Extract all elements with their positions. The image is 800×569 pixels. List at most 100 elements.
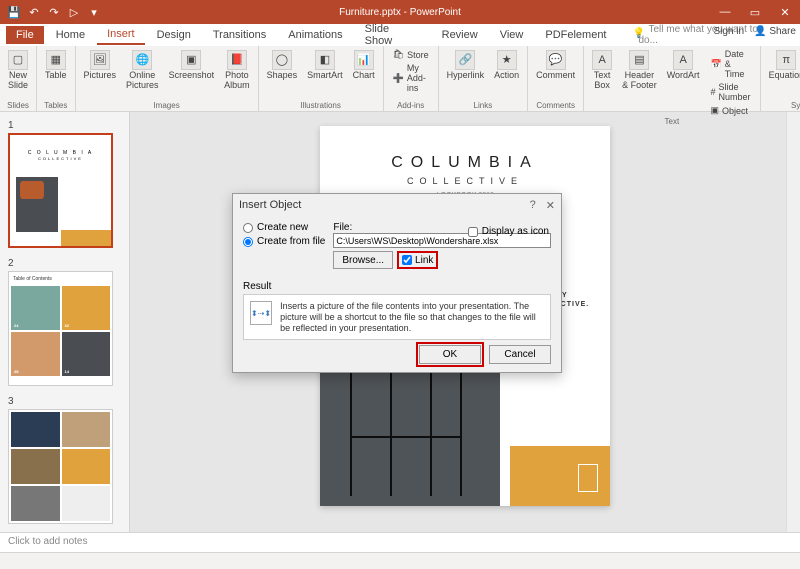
result-label: Result	[243, 281, 551, 292]
new-slide-button[interactable]: ▢New Slide	[6, 48, 30, 93]
account-controls: Sign in 👤 Share	[714, 26, 797, 37]
tab-view[interactable]: View	[490, 26, 534, 44]
tab-file[interactable]: File	[6, 26, 44, 44]
shapes-icon: ◯	[272, 50, 292, 70]
equation-icon: π	[776, 50, 796, 70]
result-description: Inserts a picture of the file contents i…	[280, 301, 544, 333]
group-comments: 💬Comment Comments	[528, 46, 584, 111]
ribbon-insert: ▢New Slide Slides ▦Table Tables 🖼Picture…	[0, 46, 800, 112]
tab-animations[interactable]: Animations	[278, 26, 352, 44]
create-from-file-radio[interactable]: Create from file	[243, 236, 325, 247]
thumb2-grid: 24 32 28 14	[11, 286, 110, 376]
thumb1-bar	[61, 230, 111, 246]
hyperlink-button[interactable]: 🔗Hyperlink	[445, 48, 487, 83]
create-new-radio[interactable]: Create new	[243, 222, 325, 233]
wordart-icon: A	[673, 50, 693, 70]
store-button[interactable]: 🛍 Store	[390, 48, 432, 61]
action-button[interactable]: ★Action	[492, 48, 521, 83]
redo-icon[interactable]: ↷	[46, 4, 62, 20]
pictures-icon: 🖼	[90, 50, 110, 70]
photo-album-icon: 📕	[227, 50, 247, 70]
new-slide-icon: ▢	[8, 50, 28, 70]
photo-album-button[interactable]: 📕Photo Album	[222, 48, 252, 93]
dialog-close-button[interactable]: ✕	[546, 199, 555, 212]
thumb1-chair-image	[16, 177, 58, 232]
smartart-icon: ◧	[315, 50, 335, 70]
my-addins-button[interactable]: ➕ My Add-ins	[390, 62, 432, 94]
slideshow-start-icon[interactable]: ▷	[66, 4, 82, 20]
quick-access-toolbar: 💾 ↶ ↷ ▷ ▾	[0, 4, 108, 20]
dialog-title: Insert Object	[239, 199, 301, 211]
chart-icon: 📊	[354, 50, 374, 70]
equation-button[interactable]: πEquation	[767, 48, 800, 83]
tab-home[interactable]: Home	[46, 26, 95, 44]
tab-review[interactable]: Review	[432, 26, 488, 44]
insert-object-dialog: Insert Object ? ✕ Create new Create from…	[232, 193, 562, 373]
thumb-number: 3	[8, 396, 121, 407]
comment-icon: 💬	[546, 50, 566, 70]
thumbnail-3[interactable]	[8, 409, 113, 524]
link-checkbox[interactable]: Link	[397, 251, 438, 269]
save-icon[interactable]: 💾	[6, 4, 22, 20]
slidenumber-button[interactable]: # Slide Number	[708, 81, 754, 103]
online-pictures-icon: 🌐	[132, 50, 152, 70]
screenshot-icon: ▣	[181, 50, 201, 70]
share-button[interactable]: 👤 Share	[754, 26, 796, 37]
group-symbols: πEquation ΩSymbol Symbols	[761, 46, 800, 111]
dialog-titlebar: Insert Object ? ✕	[233, 194, 561, 216]
thumb3-grid	[9, 410, 112, 523]
lightbulb-icon: 💡	[623, 25, 655, 42]
table-icon: ▦	[46, 50, 66, 70]
header-footer-icon: ▤	[629, 50, 649, 70]
ribbon-tabs: File Home Insert Design Transitions Anim…	[0, 24, 800, 46]
notes-pane[interactable]: Click to add notes	[0, 532, 800, 552]
slide-accent-bar	[510, 446, 610, 506]
tab-insert[interactable]: Insert	[97, 25, 145, 45]
vertical-scrollbar[interactable]	[786, 112, 800, 532]
display-as-icon-checkbox[interactable]: Display as icon	[468, 226, 549, 237]
datetime-button[interactable]: 📅 Date & Time	[708, 48, 754, 80]
status-bar	[0, 552, 800, 569]
thumbnail-2[interactable]: Table of Contents 24 32 28 14	[8, 271, 113, 386]
pictures-button[interactable]: 🖼Pictures	[82, 48, 119, 83]
group-images: 🖼Pictures 🌐Online Pictures ▣Screenshot 📕…	[76, 46, 259, 111]
thumb-number: 1	[8, 120, 121, 131]
group-tables: ▦Table Tables	[37, 46, 76, 111]
slide-subtitle: COLLECTIVE	[320, 176, 610, 186]
cancel-button[interactable]: Cancel	[489, 345, 551, 364]
header-footer-button[interactable]: ▤Header & Footer	[620, 48, 659, 93]
result-box: ⬍⇢⬍ Inserts a picture of the file conten…	[243, 294, 551, 340]
dialog-help-button[interactable]: ?	[530, 199, 536, 212]
undo-icon[interactable]: ↶	[26, 4, 42, 20]
group-text: AText Box ▤Header & Footer AWordArt 📅 Da…	[584, 46, 760, 111]
wordart-button[interactable]: AWordArt	[665, 48, 702, 83]
action-icon: ★	[497, 50, 517, 70]
tab-pdfelement[interactable]: PDFelement	[535, 26, 616, 44]
hyperlink-icon: 🔗	[455, 50, 475, 70]
smartart-button[interactable]: ◧SmartArt	[305, 48, 345, 83]
group-illustrations: ◯Shapes ◧SmartArt 📊Chart Illustrations	[259, 46, 384, 111]
group-slides: ▢New Slide Slides	[0, 46, 37, 111]
slide-title: COLUMBIA	[320, 126, 610, 172]
table-button[interactable]: ▦Table	[43, 48, 69, 83]
online-pictures-button[interactable]: 🌐Online Pictures	[124, 48, 161, 93]
textbox-icon: A	[592, 50, 612, 70]
result-icon: ⬍⇢⬍	[250, 301, 272, 325]
signin-link[interactable]: Sign in	[714, 26, 745, 37]
slide-thumbnails: 1 C O L U M B I ACOLLECTIVE 2 Table of C…	[0, 112, 130, 532]
thumbnail-1[interactable]: C O L U M B I ACOLLECTIVE	[8, 133, 113, 248]
group-links: 🔗Hyperlink ★Action Links	[439, 46, 529, 111]
shapes-button[interactable]: ◯Shapes	[265, 48, 300, 83]
thumb2-header: Table of Contents	[9, 272, 112, 286]
tab-design[interactable]: Design	[147, 26, 201, 44]
comment-button[interactable]: 💬Comment	[534, 48, 577, 83]
chart-button[interactable]: 📊Chart	[351, 48, 377, 83]
ok-button[interactable]: OK	[419, 345, 481, 364]
browse-button[interactable]: Browse...	[333, 251, 393, 269]
textbox-button[interactable]: AText Box	[590, 48, 614, 93]
screenshot-button[interactable]: ▣Screenshot	[167, 48, 217, 83]
window-title: Furniture.pptx - PowerPoint	[339, 7, 461, 18]
tab-transitions[interactable]: Transitions	[203, 26, 276, 44]
qat-more-icon[interactable]: ▾	[86, 4, 102, 20]
group-addins: 🛍 Store ➕ My Add-ins Add-ins	[384, 46, 439, 111]
